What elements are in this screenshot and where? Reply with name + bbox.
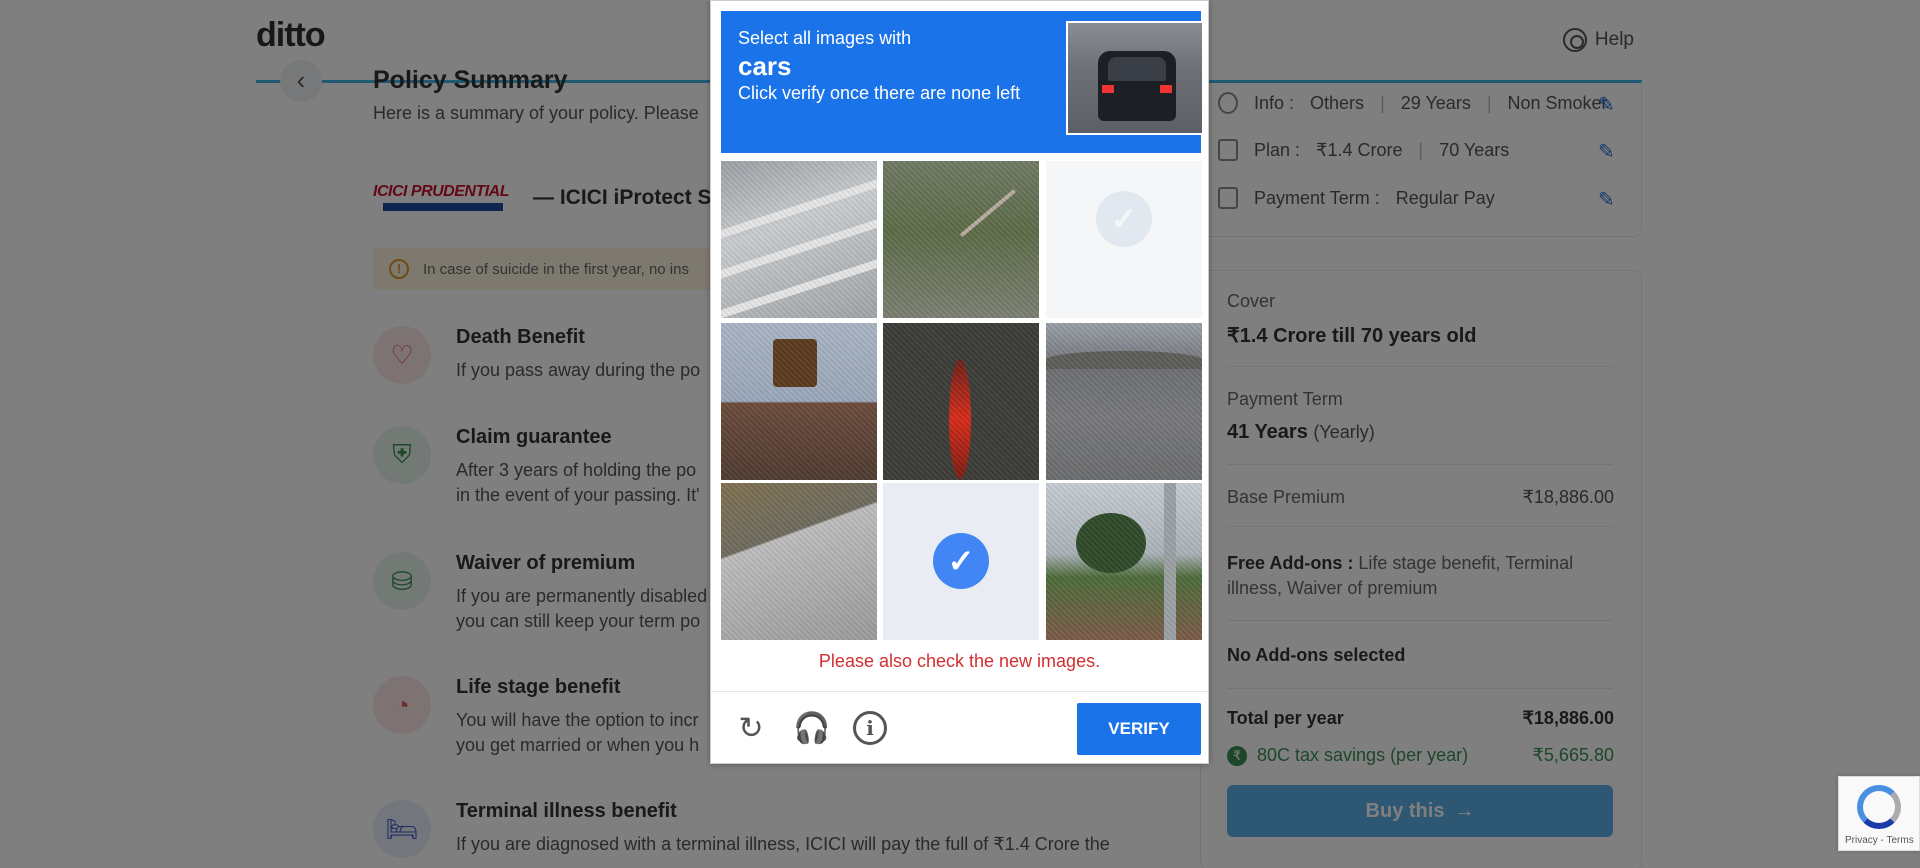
error-message: Please also check the new images. [818, 651, 1101, 671]
instruction-sub: Click verify once there are none left [738, 83, 1021, 103]
reload-icon[interactable]: ↻ [733, 711, 769, 747]
image-tile[interactable] [721, 323, 877, 480]
verify-button[interactable]: VERIFY [1077, 703, 1201, 755]
footer-divider [711, 691, 1208, 692]
checkmark-icon: ✓ [933, 533, 989, 589]
instruction-line: Select all images with [738, 28, 912, 48]
image-tile[interactable]: ✓ [1046, 161, 1202, 318]
challenge-header: Select all images with cars Click verify… [721, 11, 1204, 153]
loading-check-icon: ✓ [1096, 191, 1152, 247]
image-tile[interactable] [883, 161, 1039, 318]
image-tile[interactable] [1046, 323, 1202, 480]
image-tile[interactable] [1046, 483, 1202, 640]
image-tile[interactable] [721, 161, 877, 318]
recaptcha-challenge: Select all images with cars Click verify… [710, 0, 1209, 764]
privacy-terms-links[interactable]: Privacy - Terms [1845, 835, 1914, 846]
image-tile[interactable] [883, 323, 1039, 480]
sample-car-image [1066, 21, 1204, 135]
target-object: cars [738, 51, 792, 81]
image-tile-selected[interactable]: ✓ [883, 483, 1039, 640]
headphones-icon[interactable]: 🎧 [793, 711, 830, 747]
recaptcha-badge[interactable]: Privacy - Terms [1838, 776, 1920, 851]
image-grid: ✓ ✓ [721, 161, 1202, 643]
info-icon[interactable]: i [853, 711, 887, 745]
image-tile[interactable] [721, 483, 877, 640]
recaptcha-logo-icon [1857, 785, 1901, 829]
